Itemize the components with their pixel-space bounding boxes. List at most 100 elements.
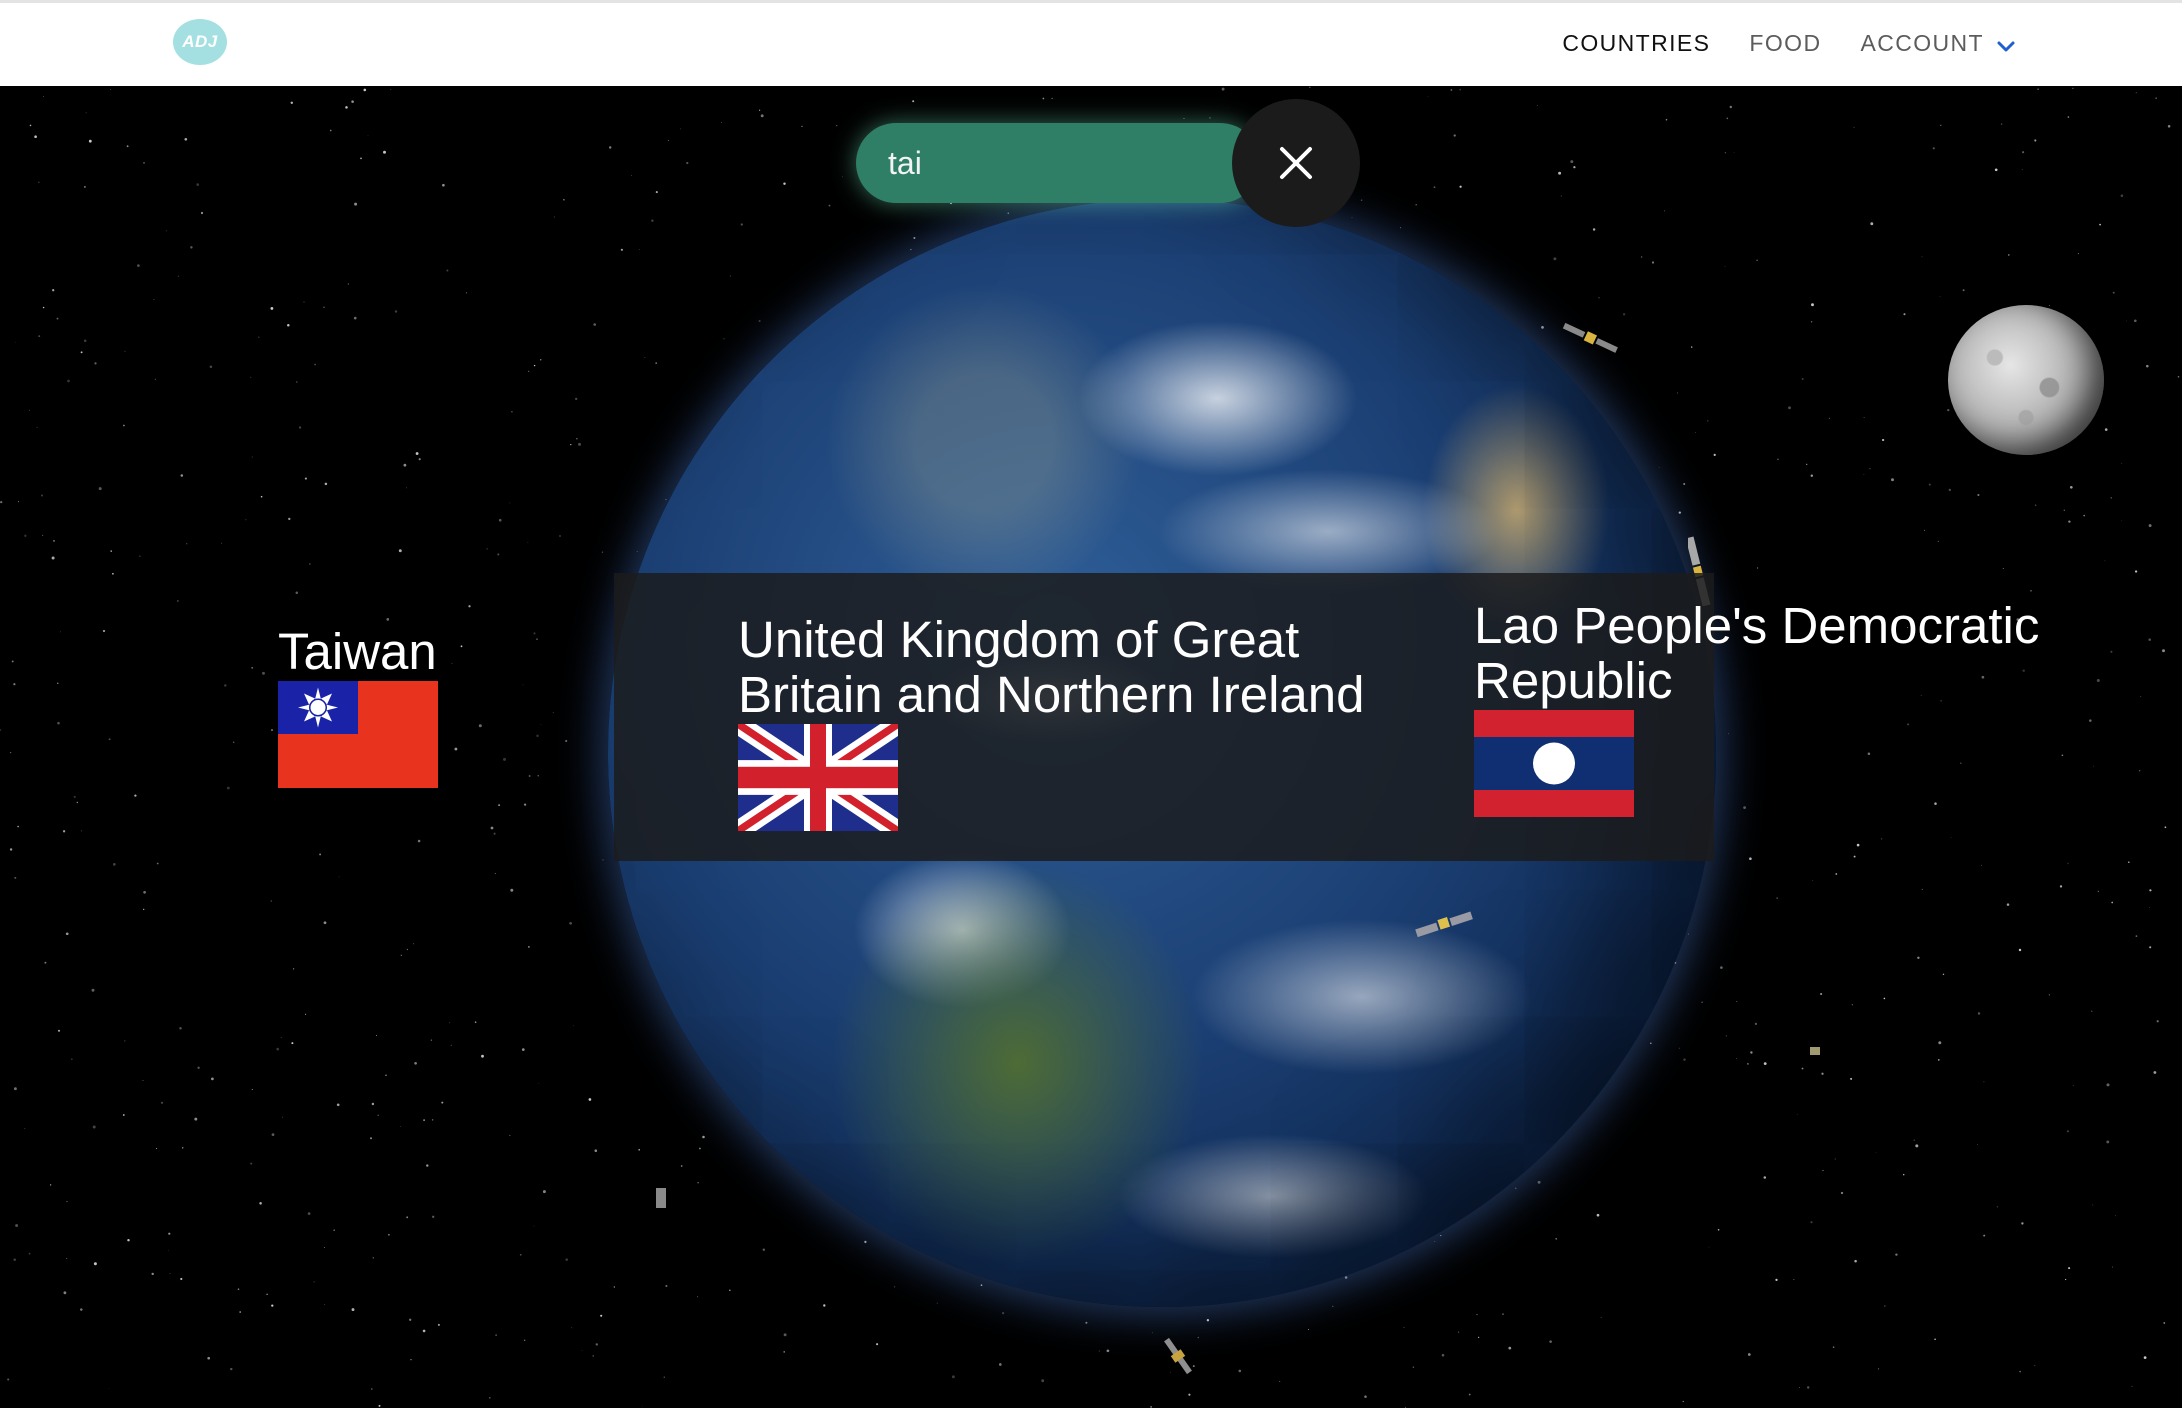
app-logo[interactable]: ADJ [173, 19, 227, 65]
star [588, 1098, 592, 1101]
star [124, 350, 126, 352]
star [593, 323, 597, 326]
star [913, 237, 916, 239]
result-item-united-kingdom[interactable]: United Kingdom of Great Britain and Nort… [738, 612, 1378, 831]
star [2021, 168, 2023, 170]
star [181, 1147, 184, 1149]
star [291, 1042, 294, 1045]
star [143, 890, 146, 894]
star [1344, 1276, 1348, 1279]
star [93, 1262, 97, 1266]
star [613, 1286, 615, 1288]
star [414, 1061, 417, 1065]
star [571, 1327, 573, 1329]
star [307, 1212, 311, 1215]
star [581, 1350, 583, 1351]
star [1863, 474, 1865, 476]
star [1002, 1312, 1005, 1315]
star [575, 397, 578, 401]
country-search-input[interactable] [888, 123, 1208, 203]
star [304, 477, 307, 480]
star [38, 335, 41, 337]
star [686, 161, 689, 165]
star [1440, 1235, 1442, 1237]
star [71, 1058, 73, 1060]
star [336, 1103, 340, 1107]
star [1763, 1176, 1767, 1179]
star [1683, 482, 1686, 486]
star [406, 487, 407, 489]
star [251, 1088, 253, 1091]
star [1622, 313, 1626, 316]
star [729, 1289, 731, 1292]
nav-food-link[interactable]: FOOD [1749, 30, 1821, 57]
star [474, 1021, 477, 1023]
star [169, 1272, 171, 1275]
star [410, 1359, 412, 1361]
star [88, 139, 92, 143]
star [2034, 504, 2037, 506]
star [124, 1040, 126, 1042]
star [2002, 568, 2004, 569]
star [1883, 997, 1886, 1000]
star [2037, 88, 2039, 90]
star [1221, 87, 1225, 91]
star [2121, 520, 2122, 521]
star [762, 1248, 765, 1251]
star [1573, 166, 1576, 169]
star [2077, 253, 2079, 255]
nav-account-label: ACCOUNT [1860, 29, 1984, 56]
country-search-box[interactable] [856, 123, 1260, 203]
star [1962, 289, 1965, 292]
close-search-button[interactable] [1232, 99, 1360, 227]
star [2097, 890, 2099, 893]
star [1940, 124, 1942, 127]
star [1695, 432, 1697, 433]
star [390, 89, 392, 90]
star [353, 316, 357, 320]
star [1948, 488, 1951, 492]
star [160, 1101, 164, 1104]
globe-scene[interactable]: Taiwan United Kingdom of Great Britain a… [0, 86, 2182, 1408]
star [1891, 478, 1894, 482]
result-item-taiwan[interactable]: Taiwan [278, 624, 528, 788]
star [2134, 570, 2138, 573]
star [638, 248, 640, 250]
star [1875, 1151, 1877, 1153]
star [2067, 862, 2069, 865]
star [62, 830, 66, 833]
star [441, 1101, 444, 1104]
star [1863, 417, 1865, 419]
star [680, 1165, 683, 1167]
moon [1948, 305, 2104, 455]
star [1811, 303, 1814, 307]
star [1750, 1051, 1753, 1054]
star [1042, 97, 1045, 100]
star [498, 804, 500, 806]
star [1915, 1144, 1919, 1148]
star [1939, 295, 1941, 297]
nav-countries-link[interactable]: COUNTRIES [1562, 30, 1710, 57]
star [338, 876, 340, 878]
star [194, 1117, 198, 1121]
star [1724, 266, 1726, 268]
star [354, 202, 358, 206]
result-item-laos[interactable]: Lao People's Democratic Republic [1474, 598, 2074, 817]
star [112, 572, 114, 575]
star [1600, 1317, 1602, 1319]
star [2163, 1322, 2166, 1324]
star [403, 463, 407, 467]
nav-account-menu[interactable]: ACCOUNT [1860, 29, 2016, 57]
star [112, 863, 116, 866]
star [123, 424, 125, 427]
star [1996, 1206, 1998, 1208]
star [319, 853, 322, 856]
star [697, 1182, 699, 1184]
star [1508, 1346, 1512, 1350]
star [2063, 509, 2065, 511]
star [1733, 152, 1735, 153]
star [15, 341, 17, 343]
star [760, 114, 764, 118]
star [333, 1229, 336, 1232]
star [66, 1258, 68, 1260]
